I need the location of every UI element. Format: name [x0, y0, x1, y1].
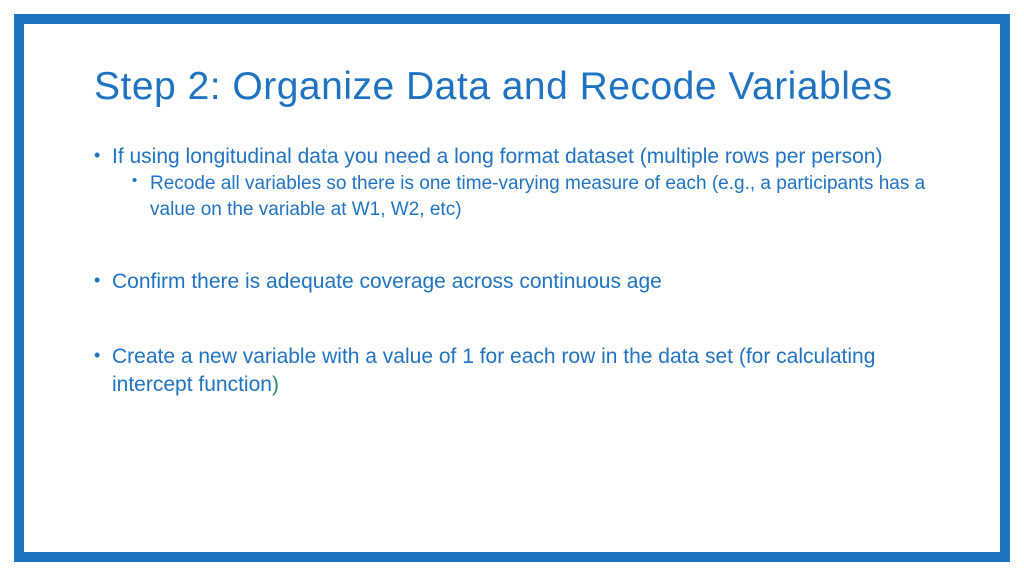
bullet-text: If using longitudinal data you need a lo… [112, 145, 882, 168]
slide-title: Step 2: Organize Data and Recode Variabl… [94, 64, 940, 111]
sub-bullet-item: Recode all variables so there is one tim… [132, 171, 940, 222]
bullet-item: Create a new variable with a value of 1 … [94, 343, 940, 400]
bullet-list: If using longitudinal data you need a lo… [94, 143, 940, 223]
slide-content: If using longitudinal data you need a lo… [94, 143, 940, 400]
bullet-list: Create a new variable with a value of 1 … [94, 343, 940, 400]
sub-bullet-list: Recode all variables so there is one tim… [112, 171, 940, 222]
bullet-text: Create a new variable with a value of 1 … [112, 345, 875, 396]
spacer [94, 232, 940, 268]
bullet-item: Confirm there is adequate coverage acros… [94, 268, 940, 296]
bullet-item: If using longitudinal data you need a lo… [94, 143, 940, 223]
green-paren: ) [272, 373, 279, 396]
spacer [94, 307, 940, 343]
bullet-list: Confirm there is adequate coverage acros… [94, 268, 940, 296]
slide-frame: Step 2: Organize Data and Recode Variabl… [14, 14, 1010, 562]
